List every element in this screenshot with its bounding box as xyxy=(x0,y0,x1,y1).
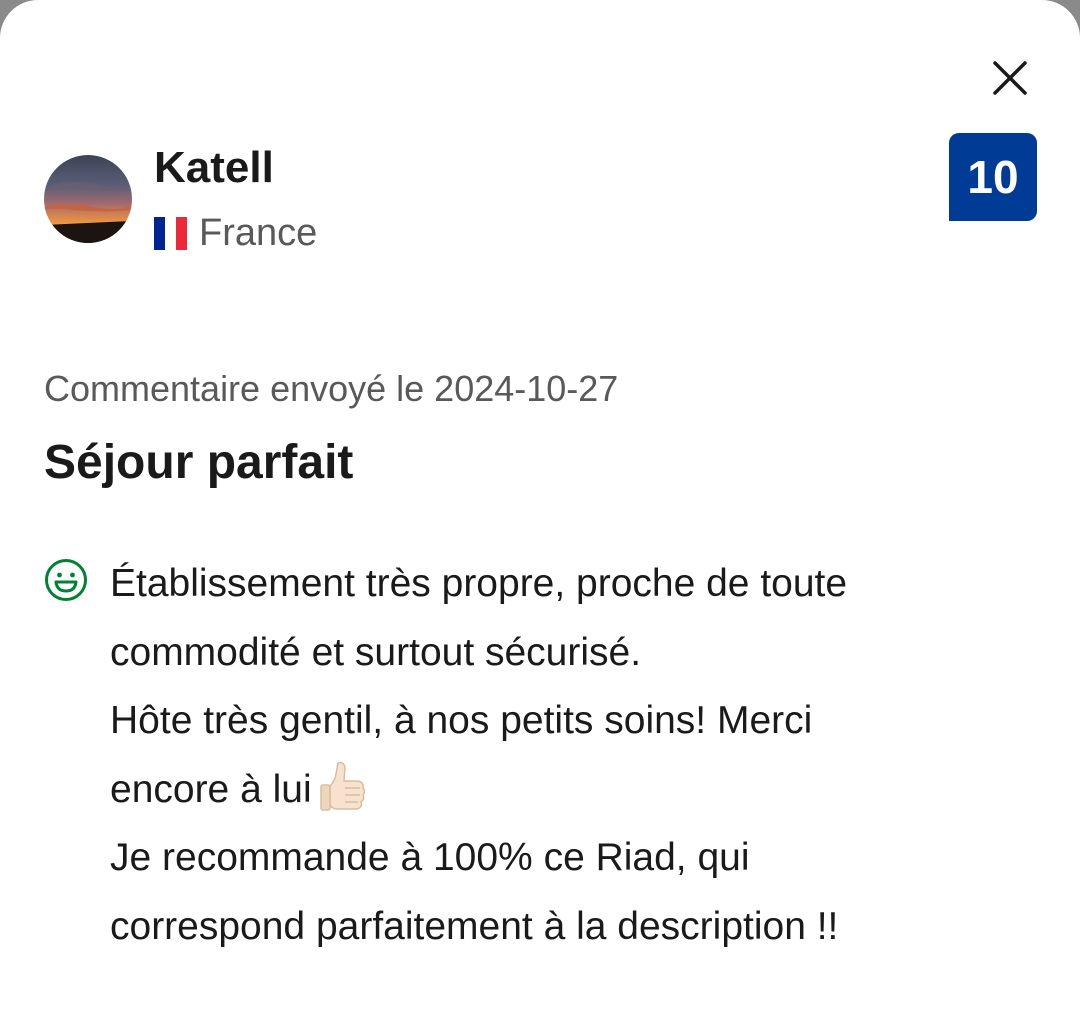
review-date: Commentaire envoyé le 2024-10-27 xyxy=(44,368,619,409)
review-title: Séjour parfait xyxy=(44,436,354,489)
reviewer-country: France xyxy=(154,208,317,258)
close-button[interactable] xyxy=(984,52,1036,104)
review-line: Je recommande à 100% ce Riad, qui xyxy=(110,836,750,879)
review-line: correspond parfaitement à la description… xyxy=(110,904,839,948)
close-icon xyxy=(993,61,1027,95)
review-line: Établissement très propre, proche de tou… xyxy=(110,562,848,605)
review-line: encore à lui xyxy=(110,767,312,811)
country-name: France xyxy=(199,212,318,254)
review-line: Hôte très gentil, à nos petits soins! Me… xyxy=(110,699,813,742)
review-line-with-emoji: encore à lui xyxy=(110,756,1050,825)
review-line: commodité et surtout sécurisé. xyxy=(110,630,642,674)
smiley-icon xyxy=(45,559,87,601)
reviewer-name: Katell xyxy=(154,143,274,192)
thumbs-up-emoji xyxy=(319,762,365,811)
review-sheet: Katell France 10 Commentaire envoyé le 2… xyxy=(0,0,1080,1010)
avatar xyxy=(44,155,132,243)
score-badge: 10 xyxy=(949,133,1037,221)
france-flag-icon xyxy=(154,216,187,250)
review-positive-text: Établissement très propre, proche de tou… xyxy=(110,550,1050,961)
